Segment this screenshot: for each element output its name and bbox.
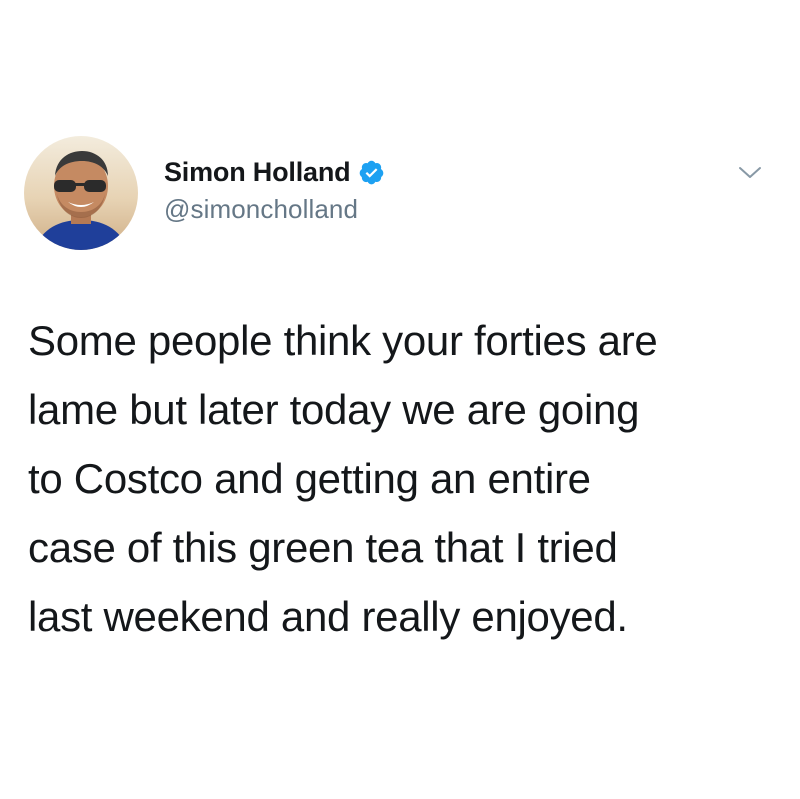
tweet-text-line: last weekend and really enjoyed. — [28, 593, 628, 640]
author-display-name[interactable]: Simon Holland — [164, 157, 351, 188]
tweet-text-line: Some people think your forties are — [28, 317, 658, 364]
tweet-text-line: to Costco and getting an entire — [28, 455, 591, 502]
tweet-card: Simon Holland @simoncholland Some people… — [0, 0, 800, 799]
avatar[interactable] — [24, 136, 138, 250]
tweet-text: Some people think your forties are lame … — [28, 306, 768, 651]
tweet-text-line: case of this green tea that I tried — [28, 524, 618, 571]
tweet-text-line: lame but later today we are going — [28, 386, 640, 433]
avatar-photo — [24, 136, 138, 250]
author-handle[interactable]: @simoncholland — [164, 194, 358, 225]
verified-badge-icon — [358, 159, 385, 186]
chevron-down-icon[interactable] — [735, 160, 765, 184]
author-name-row[interactable]: Simon Holland — [164, 154, 385, 190]
